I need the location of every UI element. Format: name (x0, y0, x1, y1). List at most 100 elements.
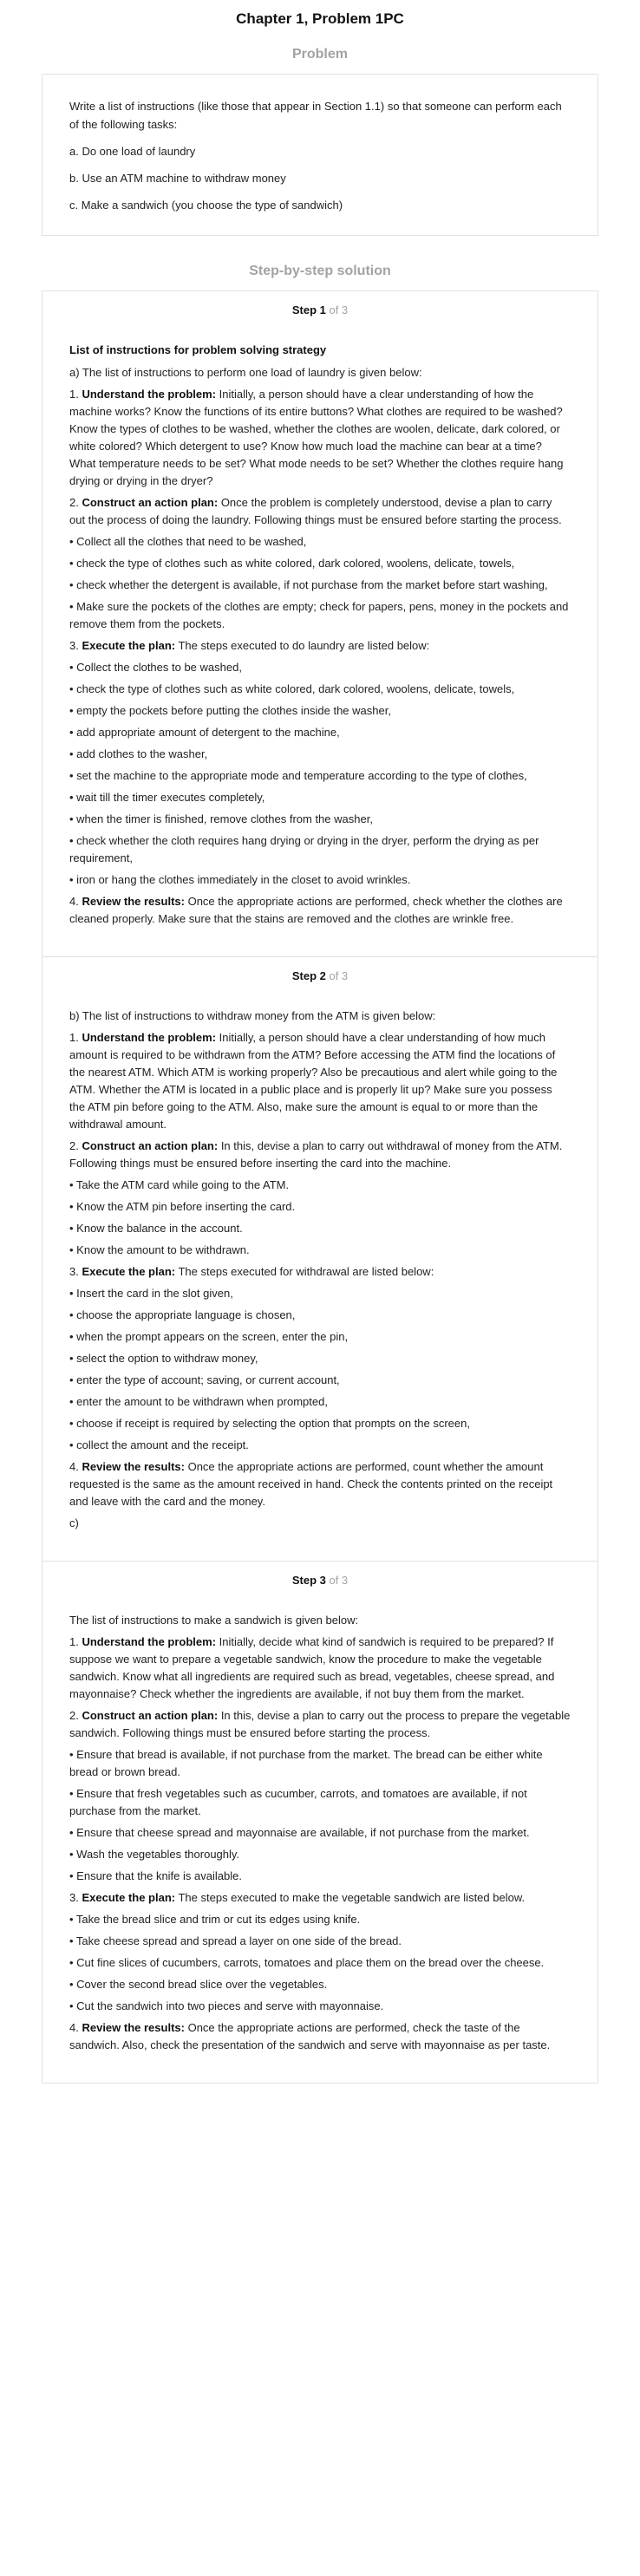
solution-heading: Step-by-step solution (249, 264, 391, 278)
bullet-item: • Collect the clothes to be washed, (69, 661, 242, 674)
paragraph: a) The list of instructions to perform o… (69, 366, 422, 379)
bullet-item: • Take cheese spread and spread a layer … (69, 1934, 402, 1947)
bullet-item: • check whether the cloth requires hang … (69, 834, 539, 864)
bullet-item: • Know the balance in the account. (69, 1222, 243, 1235)
item-number: 3. (69, 1265, 82, 1278)
item-number: 1. (69, 1635, 82, 1648)
step-header: Step 3 of 3 (69, 1572, 571, 1589)
item-text: The steps executed to do laundry are lis… (175, 639, 430, 652)
bullet-item: • Take the ATM card while going to the A… (69, 1178, 290, 1191)
bullet-item: • Wash the vegetables thoroughly. (69, 1848, 240, 1861)
item-heading: Understand the problem: (82, 1031, 217, 1044)
bullet-item: • Ensure that the knife is available. (69, 1869, 242, 1882)
solution-subtitle: List of instructions for problem solving… (69, 343, 327, 356)
item-heading: Review the results: (82, 1460, 185, 1473)
step-count: of 3 (325, 1574, 349, 1587)
bullet-item: • Know the ATM pin before inserting the … (69, 1200, 296, 1213)
step-header: Step 1 of 3 (69, 302, 571, 319)
bullet-item: • Cut the sandwich into two pieces and s… (69, 1999, 384, 2012)
bullet-item: • check the type of clothes such as whit… (69, 557, 515, 570)
item-heading: Construct an action plan: (82, 1709, 219, 1722)
step-label: Step 3 (291, 1574, 326, 1587)
bullet-item: • Know the amount to be withdrawn. (69, 1243, 250, 1256)
solution-steps: Step 1 of 3 List of instructions for prob… (42, 290, 598, 2084)
step-header: Step 2 of 3 (69, 968, 571, 985)
item-heading: Execute the plan: (82, 639, 176, 652)
instruction-paragraph: 3. Execute the plan: The steps executed … (69, 637, 571, 655)
item-number: 2. (69, 1709, 82, 1722)
item-heading: Review the results: (82, 2021, 185, 2034)
instruction-paragraph: 2. Construct an action plan: Once the pr… (69, 494, 571, 529)
bullet-item: • iron or hang the clothes immediately i… (69, 873, 411, 886)
bullet-item: • Ensure that bread is available, if not… (69, 1748, 543, 1778)
bullet-item: • set the machine to the appropriate mod… (69, 769, 527, 782)
bullet-item: • Insert the card in the slot given, (69, 1287, 233, 1300)
bullet-item: • enter the amount to be withdrawn when … (69, 1395, 328, 1408)
item-text: Initially, a person should have a clear … (69, 388, 564, 487)
item-number: 2. (69, 1139, 82, 1152)
instruction-paragraph: 1. Understand the problem: Initially, a … (69, 386, 571, 490)
item-number: 4. (69, 2021, 82, 2034)
item-number: 2. (69, 496, 82, 509)
step-label: Step 2 (291, 969, 326, 982)
bullet-item: • when the prompt appears on the screen,… (69, 1330, 349, 1343)
item-heading: Execute the plan: (82, 1265, 176, 1278)
bullet-item: • Take the bread slice and trim or cut i… (69, 1913, 361, 1926)
bullet-item: • Cover the second bread slice over the … (69, 1978, 328, 1991)
problem-part-b: b. Use an ATM machine to withdraw money (69, 172, 286, 185)
problem-part-a: a. Do one load of laundry (69, 145, 196, 158)
instruction-paragraph: 1. Understand the problem: Initially, de… (69, 1634, 571, 1703)
item-text: The steps executed for withdrawal are li… (175, 1265, 434, 1278)
bullet-item: • empty the pockets before putting the c… (69, 704, 391, 717)
instruction-paragraph: 2. Construct an action plan: In this, de… (69, 1707, 571, 1742)
step-section-3: Step 3 of 3 The list of instructions to m… (42, 1561, 598, 2083)
instruction-paragraph: 2. Construct an action plan: In this, de… (69, 1138, 571, 1172)
problem-statement: Write a list of instructions (like those… (69, 100, 562, 131)
item-heading: Construct an action plan: (82, 496, 219, 509)
bullet-item: • when the timer is finished, remove clo… (69, 812, 373, 825)
paragraph: c) (69, 1516, 79, 1529)
step-count: of 3 (325, 969, 349, 982)
item-text: The steps executed to make the vegetable… (175, 1891, 526, 1904)
item-number: 1. (69, 388, 82, 401)
problem-heading: Problem (291, 47, 348, 62)
instruction-paragraph: 4. Review the results: Once the appropri… (69, 1458, 571, 1510)
item-number: 3. (69, 1891, 82, 1904)
step-count: of 3 (325, 303, 349, 316)
item-text: Initially, a person should have a clear … (69, 1031, 558, 1131)
page: Chapter 1, Problem 1PC Problem Write a l… (0, 0, 640, 2110)
bullet-item: • enter the type of account; saving, or … (69, 1373, 340, 1386)
page-title: Chapter 1, Problem 1PC (236, 10, 404, 27)
bullet-item: • Ensure that fresh vegetables such as c… (69, 1787, 527, 1817)
step-section-2: Step 2 of 3 b) The list of instructions t… (42, 956, 598, 1561)
step-label: Step 1 (291, 303, 326, 316)
bullet-item: • Collect all the clothes that need to b… (69, 535, 307, 548)
bullet-item: • Ensure that cheese spread and mayonnai… (69, 1826, 530, 1839)
bullet-item: • wait till the timer executes completel… (69, 791, 265, 804)
item-number: 1. (69, 1031, 82, 1044)
bullet-item: • check the type of clothes such as whit… (69, 682, 515, 695)
instruction-paragraph: 1. Understand the problem: Initially, a … (69, 1029, 571, 1133)
item-heading: Understand the problem: (82, 1635, 217, 1648)
item-heading: Construct an action plan: (82, 1139, 219, 1152)
item-number: 4. (69, 895, 82, 908)
problem-part-c: c. Make a sandwich (you choose the type … (69, 199, 343, 212)
bullet-item: • Cut fine slices of cucumbers, carrots,… (69, 1956, 545, 1969)
bullet-item: • choose if receipt is required by selec… (69, 1417, 470, 1430)
bullet-item: • check whether the detergent is availab… (69, 578, 548, 591)
bullet-item: • select the option to withdraw money, (69, 1352, 258, 1365)
paragraph: The list of instructions to make a sandw… (69, 1614, 359, 1627)
item-heading: Execute the plan: (82, 1891, 176, 1904)
item-number: 4. (69, 1460, 82, 1473)
bullet-item: • add appropriate amount of detergent to… (69, 726, 340, 739)
bullet-item: • add clothes to the washer, (69, 747, 208, 760)
item-number: 3. (69, 639, 82, 652)
instruction-paragraph: 3. Execute the plan: The steps executed … (69, 1889, 571, 1907)
bullet-item: • collect the amount and the receipt. (69, 1438, 249, 1451)
paragraph: b) The list of instructions to withdraw … (69, 1009, 436, 1022)
bullet-item: • Make sure the pockets of the clothes a… (69, 600, 569, 630)
bullet-item: • choose the appropriate language is cho… (69, 1308, 296, 1321)
step-section-1: Step 1 of 3 List of instructions for prob… (42, 291, 598, 956)
problem-box: Write a list of instructions (like those… (42, 74, 598, 236)
instruction-paragraph: 4. Review the results: Once the appropri… (69, 2019, 571, 2054)
